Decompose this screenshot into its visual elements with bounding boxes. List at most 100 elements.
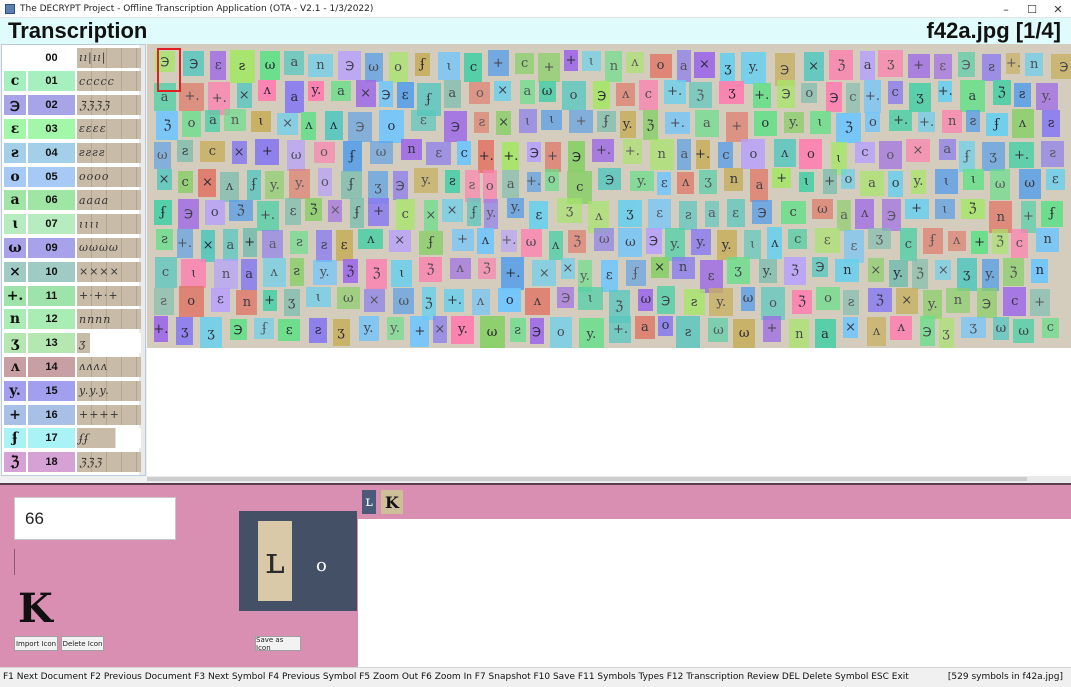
- annotated-symbol-box[interactable]: ℨ: [228, 199, 253, 221]
- annotated-symbol-box[interactable]: y.: [923, 289, 943, 319]
- annotated-symbol-box[interactable]: ℈: [529, 318, 544, 345]
- save-as-icon-button[interactable]: Save as Icon: [255, 636, 301, 652]
- annotated-symbol-box[interactable]: ʌ: [358, 229, 384, 250]
- annotated-symbol-box[interactable]: ʒ: [283, 288, 300, 316]
- annotated-symbol-box[interactable]: ʌ: [773, 139, 796, 168]
- annotated-symbol-box[interactable]: ×: [693, 51, 715, 78]
- annotated-symbol-box[interactable]: ƨ: [843, 289, 860, 315]
- annotated-symbol-box[interactable]: ʒ: [719, 80, 745, 104]
- annotated-symbol-box[interactable]: ʄ: [415, 53, 431, 77]
- annotated-symbol-box[interactable]: ƨ: [1041, 140, 1065, 167]
- annotated-symbol-box[interactable]: y.: [414, 168, 439, 194]
- annotated-symbol-box[interactable]: ε: [211, 287, 230, 312]
- annotated-symbol-box[interactable]: o: [469, 82, 491, 105]
- annotated-symbol-box[interactable]: ε: [657, 171, 672, 195]
- annotated-symbol-box[interactable]: +: [822, 169, 837, 195]
- annotated-symbol-box[interactable]: ʒ: [200, 316, 223, 348]
- annotated-symbol-box[interactable]: o: [204, 199, 225, 225]
- annotated-symbol-box[interactable]: n: [1025, 52, 1044, 76]
- annotated-symbol-box[interactable]: ×: [363, 289, 385, 313]
- annotated-symbol-box[interactable]: y.: [784, 112, 805, 134]
- annotated-symbol-box[interactable]: ɩ: [391, 259, 413, 287]
- annotated-symbol-box[interactable]: ʌ: [524, 288, 550, 316]
- annotated-symbol-box[interactable]: a: [705, 200, 720, 227]
- annotated-symbol-box[interactable]: ε: [933, 53, 952, 79]
- annotated-symbol-box[interactable]: ɩ: [581, 51, 601, 72]
- annotated-symbol-box[interactable]: o: [658, 315, 674, 336]
- annotated-symbol-box[interactable]: a: [634, 315, 655, 339]
- annotated-symbol-box[interactable]: +.: [752, 82, 771, 108]
- annotated-symbol-box[interactable]: +: [451, 228, 474, 251]
- annotated-symbol-box[interactable]: c: [1003, 286, 1027, 316]
- annotated-symbol-box[interactable]: c: [780, 200, 806, 224]
- annotated-symbol-box[interactable]: +.: [592, 139, 615, 163]
- annotated-symbol-box[interactable]: y.: [888, 259, 908, 287]
- annotated-symbol-box[interactable]: ℨ: [991, 229, 1008, 255]
- annotated-symbol-box[interactable]: ω: [708, 318, 729, 343]
- annotated-symbol-box[interactable]: ω: [364, 52, 383, 82]
- annotated-symbol-box[interactable]: c: [845, 82, 860, 113]
- annotated-symbol-box[interactable]: ε: [396, 82, 414, 109]
- annotated-symbol-box[interactable]: a: [860, 50, 876, 80]
- annotated-symbol-box[interactable]: c: [464, 52, 483, 82]
- annotated-symbol-box[interactable]: o: [888, 170, 904, 197]
- annotated-symbol-box[interactable]: ×: [803, 51, 824, 81]
- annotated-symbol-box[interactable]: ʄ: [342, 140, 362, 172]
- annotated-symbol-box[interactable]: y.: [741, 51, 767, 84]
- annotated-symbol-box[interactable]: ε: [844, 229, 865, 263]
- symbol-row[interactable]: n 12 nnnn: [4, 309, 141, 330]
- annotated-symbol-box[interactable]: c: [1041, 317, 1059, 338]
- annotated-symbol-box[interactable]: o: [799, 139, 823, 170]
- annotated-symbol-box[interactable]: ℈: [957, 52, 975, 78]
- annotated-symbol-box[interactable]: n: [789, 318, 810, 348]
- annotated-symbol-box[interactable]: ƨ: [444, 170, 460, 194]
- annotated-symbol-box[interactable]: o: [498, 288, 522, 313]
- annotated-symbol-box[interactable]: n: [605, 50, 623, 82]
- annotated-symbol-box[interactable]: ɩ: [809, 110, 831, 134]
- annotated-symbol-box[interactable]: ʒ: [557, 198, 583, 224]
- annotated-symbol-box[interactable]: ƨ: [156, 228, 174, 250]
- annotated-symbol-box[interactable]: ʒ: [726, 256, 750, 284]
- annotated-symbol-box[interactable]: c: [395, 199, 415, 231]
- annotated-symbol-box[interactable]: ε: [335, 229, 353, 261]
- annotated-symbol-box[interactable]: ʌ: [867, 317, 887, 347]
- annotated-symbol-box[interactable]: o: [313, 141, 335, 163]
- annotated-symbol-box[interactable]: ×: [650, 256, 669, 278]
- annotated-symbol-box[interactable]: ʌ: [890, 315, 913, 340]
- annotated-symbol-box[interactable]: +.: [176, 228, 193, 258]
- annotated-symbol-box[interactable]: ɩ: [251, 111, 272, 133]
- annotated-symbol-box[interactable]: y.: [911, 169, 926, 194]
- annotated-symbol-box[interactable]: a: [959, 80, 985, 113]
- annotated-symbol-box[interactable]: o: [178, 286, 204, 318]
- annotated-symbol-box[interactable]: +: [487, 50, 509, 77]
- annotated-symbol-box[interactable]: a: [331, 81, 352, 102]
- annotated-symbol-box[interactable]: ƨ: [153, 287, 174, 315]
- annotated-symbol-box[interactable]: ʄ: [959, 140, 976, 172]
- annotated-symbol-box[interactable]: ×: [895, 287, 918, 314]
- annotated-symbol-box[interactable]: ×: [494, 80, 512, 101]
- annotated-symbol-box[interactable]: ℈: [183, 51, 205, 77]
- annotated-symbol-box[interactable]: a: [676, 50, 691, 83]
- annotated-symbol-box[interactable]: ×: [560, 258, 575, 280]
- annotated-symbol-box[interactable]: ʄ: [154, 199, 173, 225]
- annotated-symbol-box[interactable]: ƨ: [1042, 109, 1061, 137]
- annotated-symbol-box[interactable]: +: [971, 230, 989, 254]
- annotated-symbol-box[interactable]: ω: [369, 140, 393, 164]
- annotated-symbol-box[interactable]: +.: [153, 316, 168, 343]
- annotated-symbol-box[interactable]: ʌ: [1011, 109, 1034, 139]
- annotated-symbol-box[interactable]: ×: [867, 258, 884, 283]
- annotated-symbol-box[interactable]: ε: [285, 197, 302, 225]
- annotated-symbol-box[interactable]: ×: [423, 199, 438, 231]
- annotated-symbol-box[interactable]: o: [801, 83, 818, 104]
- annotated-symbol-box[interactable]: +: [725, 111, 748, 142]
- symbol-row[interactable]: ʒ 13 ʒ: [4, 333, 141, 354]
- annotated-symbol-box[interactable]: ʌ: [476, 227, 494, 254]
- annotated-symbol-box[interactable]: ℨ: [783, 256, 806, 285]
- annotated-symbol-box[interactable]: ɩ: [541, 109, 563, 130]
- annotated-symbol-box[interactable]: c: [199, 141, 225, 162]
- annotated-symbol-box[interactable]: ɩ: [744, 230, 762, 260]
- annotated-symbol-box[interactable]: o: [182, 110, 202, 137]
- scrollbar-thumb[interactable]: [147, 477, 1027, 481]
- annotated-symbol-box[interactable]: ʒ: [878, 50, 904, 78]
- annotated-symbol-box[interactable]: o: [816, 287, 840, 311]
